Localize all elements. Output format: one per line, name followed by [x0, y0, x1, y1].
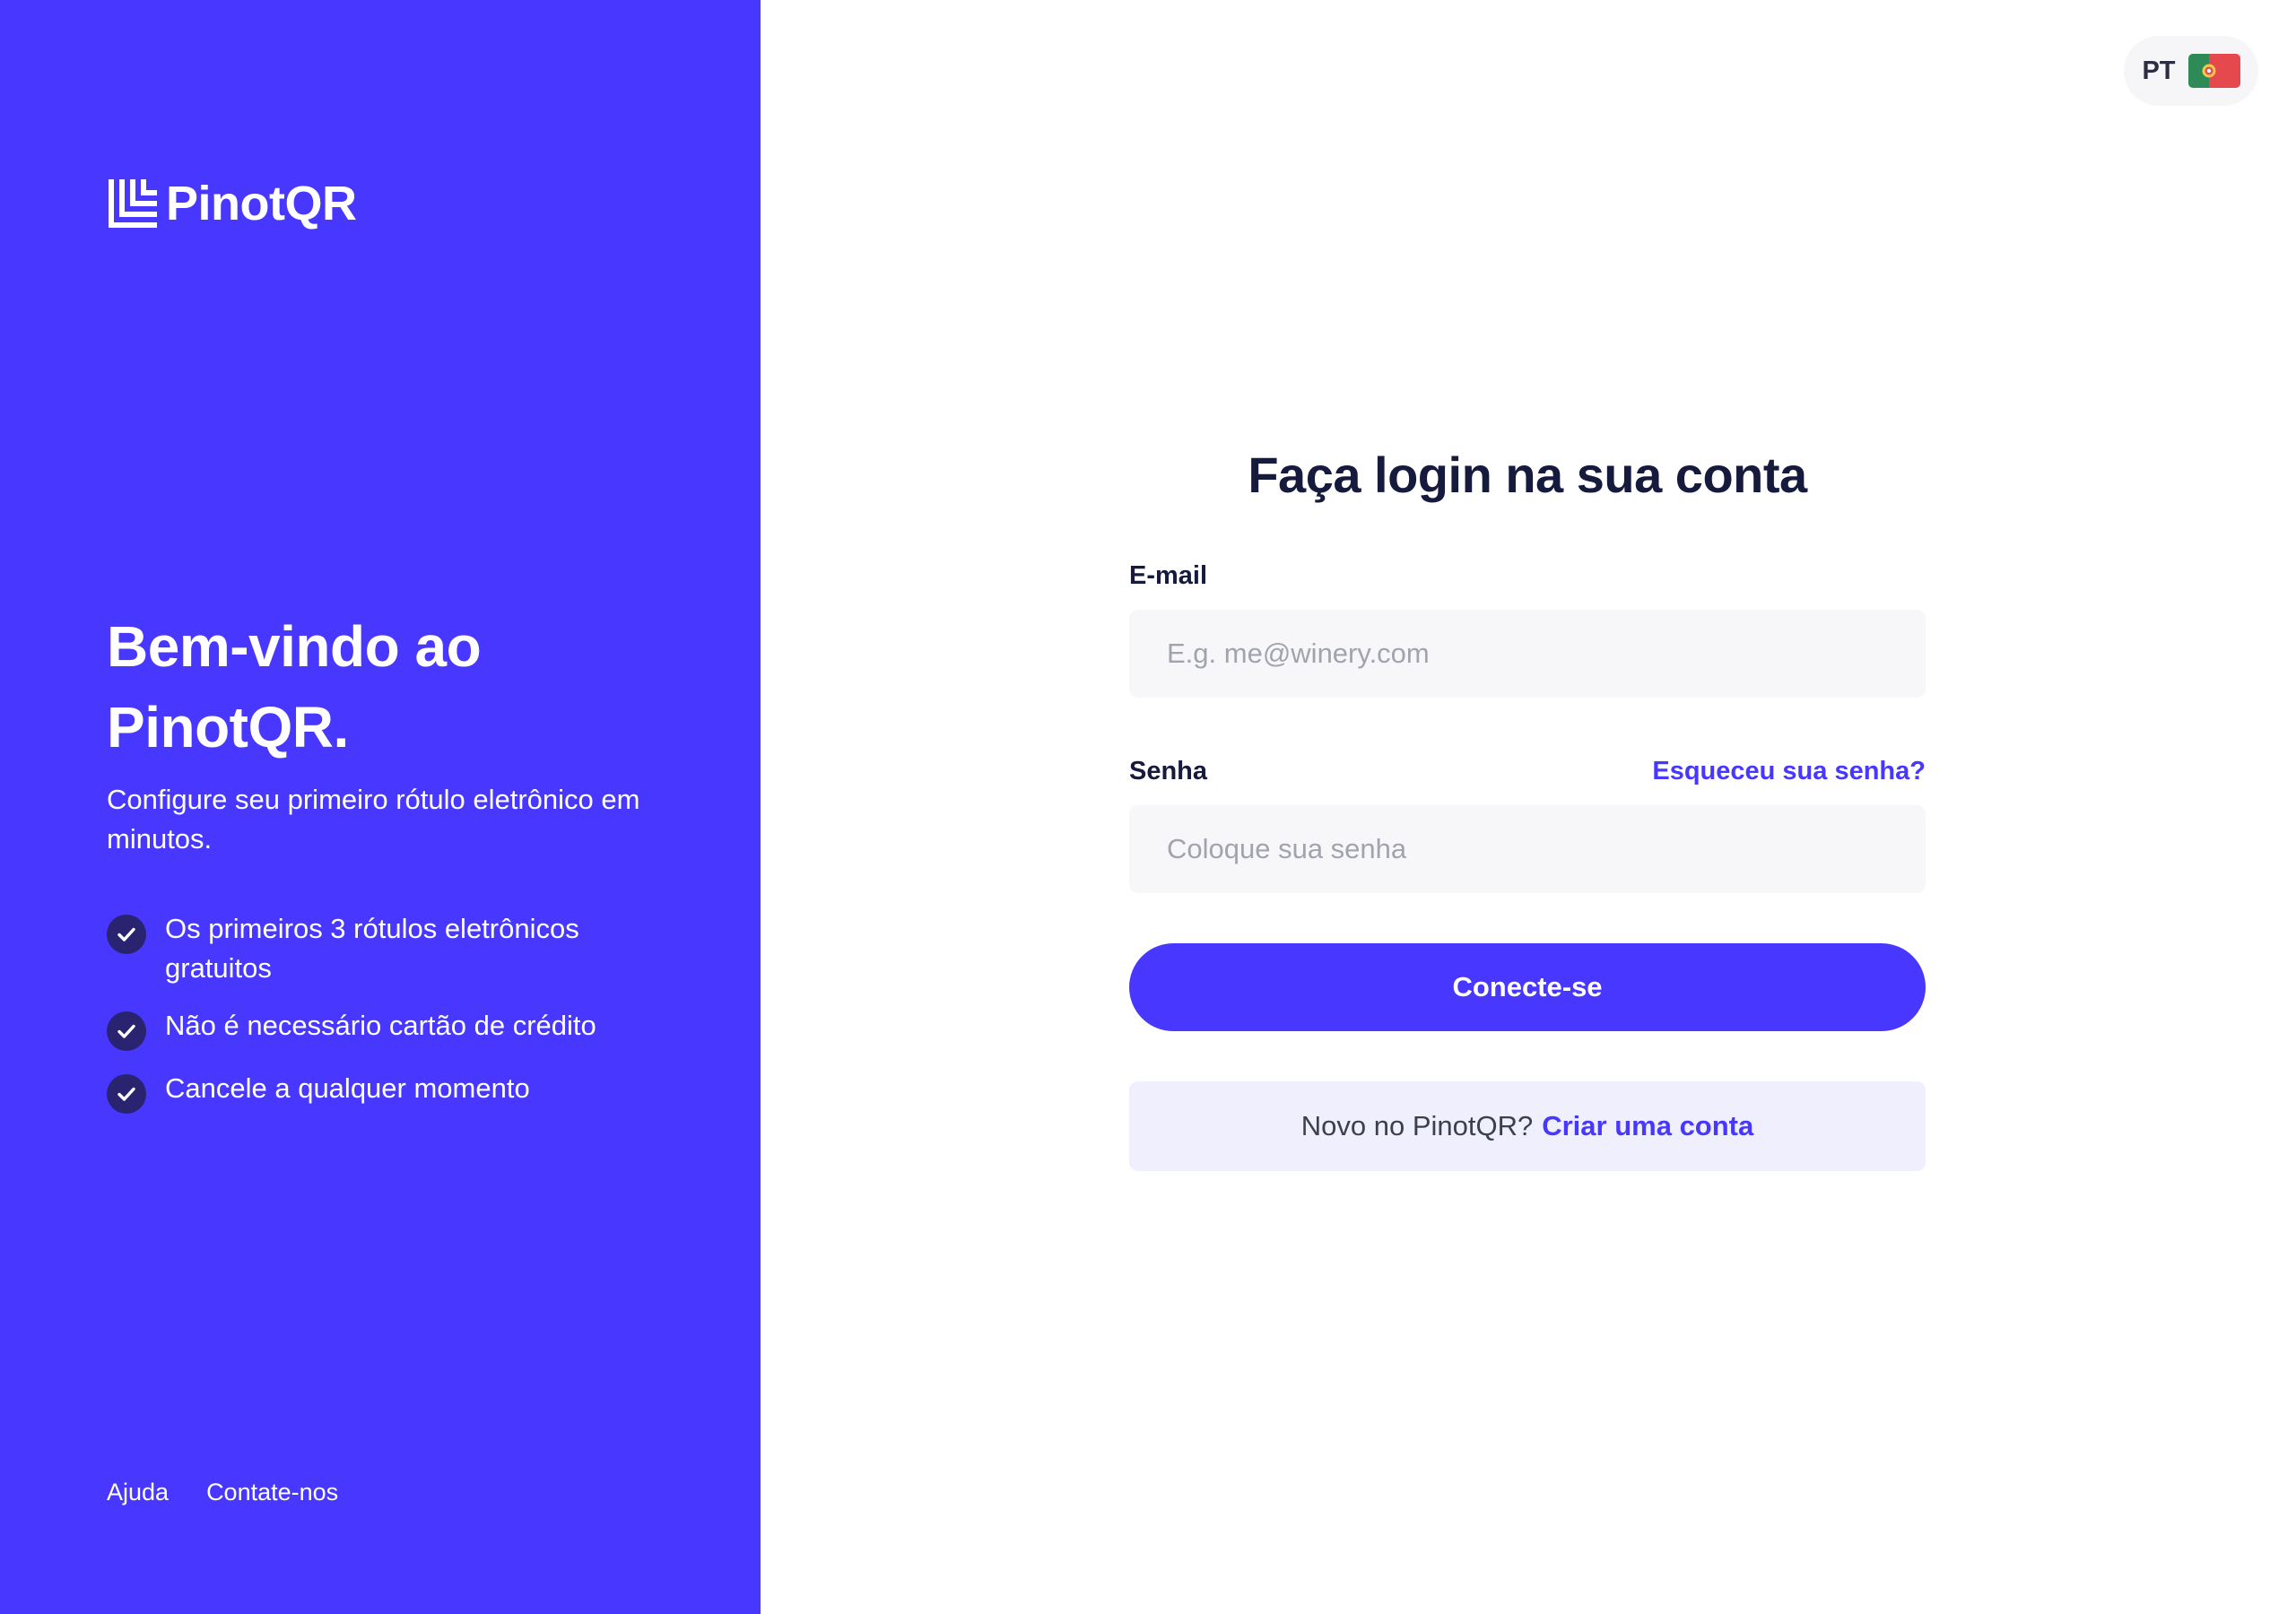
create-account-link[interactable]: Criar uma conta [1542, 1110, 1753, 1142]
welcome-heading: Bem-vindo ao PinotQR. [107, 606, 645, 768]
login-button[interactable]: Conecte-se [1129, 943, 1926, 1031]
welcome-line-2: PinotQR. [107, 695, 349, 759]
login-page: PinotQR Bem-vindo ao PinotQR. Configure … [0, 0, 2296, 1614]
password-input[interactable] [1129, 805, 1926, 893]
forgot-password-link[interactable]: Esqueceu sua senha? [1652, 753, 1926, 789]
check-circle-icon [107, 915, 146, 954]
feature-text: Cancele a qualquer momento [165, 1072, 530, 1104]
footer-links: Ajuda Contate-nos [107, 1476, 338, 1508]
email-label: E-mail [1129, 561, 1208, 590]
left-promo-panel: PinotQR Bem-vindo ao PinotQR. Configure … [0, 0, 761, 1614]
portugal-flag-icon [2187, 54, 2240, 88]
feature-item: Os primeiros 3 rótulos eletrônicos gratu… [107, 909, 663, 988]
signup-prompt-box: Novo no PinotQR? Criar uma conta [1129, 1081, 1926, 1171]
brand-name: PinotQR [166, 177, 357, 230]
email-input[interactable] [1129, 610, 1926, 698]
feature-item: Não é necessário cartão de crédito [107, 1006, 663, 1051]
contact-link[interactable]: Contate-nos [206, 1476, 338, 1508]
pinotqr-logo-icon [109, 179, 157, 228]
password-label: Senha [1129, 757, 1208, 785]
help-link[interactable]: Ajuda [107, 1476, 169, 1508]
feature-item: Cancele a qualquer momento [107, 1069, 663, 1114]
login-title: Faça login na sua conta [1248, 447, 1807, 503]
brand[interactable]: PinotQR [107, 177, 357, 230]
check-circle-icon [107, 1011, 146, 1051]
login-form: Faça login na sua conta E-mail Senha Esq… [1129, 439, 1926, 1171]
welcome-subtitle: Configure seu primeiro rótulo eletrônico… [107, 784, 640, 855]
signup-prompt-text: Novo no PinotQR? [1300, 1110, 1534, 1141]
feature-list: Os primeiros 3 rótulos eletrônicos gratu… [107, 909, 663, 1132]
feature-text: Não é necessário cartão de crédito [165, 1010, 596, 1041]
feature-text: Os primeiros 3 rótulos eletrônicos gratu… [165, 913, 579, 984]
welcome-line-1: Bem-vindo ao [107, 614, 482, 679]
language-code: PT [2142, 56, 2176, 85]
check-circle-icon [107, 1074, 146, 1114]
language-switcher[interactable]: PT [2124, 36, 2258, 106]
